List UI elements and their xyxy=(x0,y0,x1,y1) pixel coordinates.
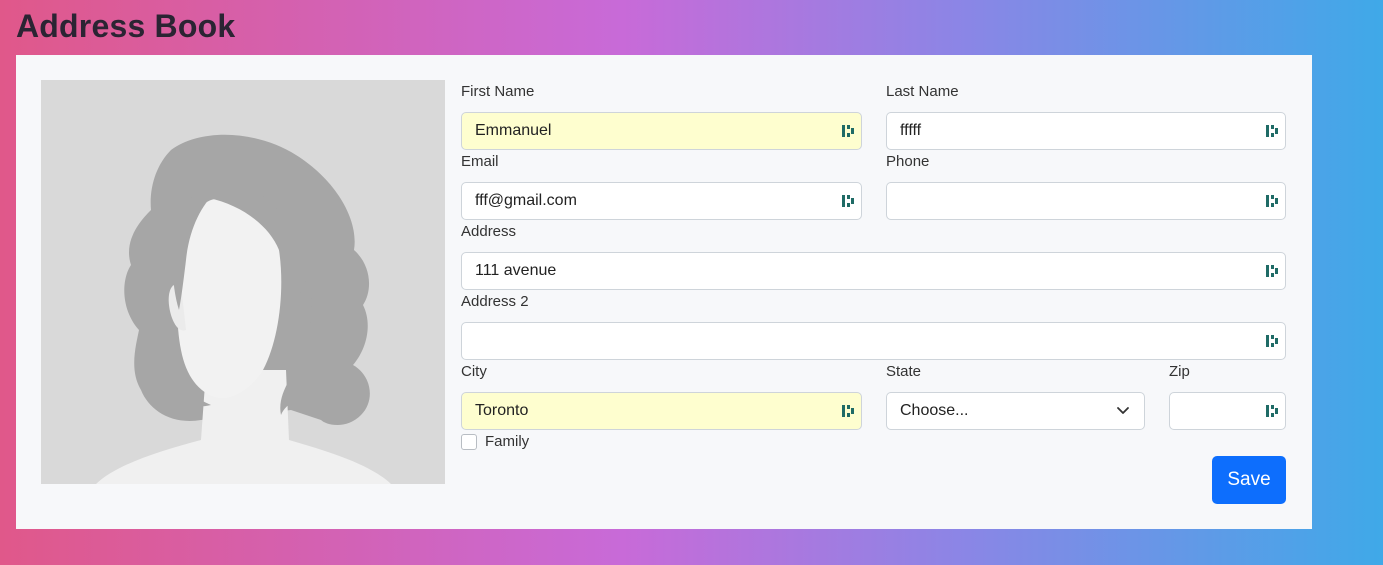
last-name-field[interactable] xyxy=(886,112,1286,150)
contact-form-card: First Name Last Name Email Phone xyxy=(16,55,1312,529)
state-select[interactable]: Choose... xyxy=(886,392,1145,430)
save-button[interactable]: Save xyxy=(1212,456,1286,504)
first-name-label: First Name xyxy=(461,83,535,100)
chevron-down-icon xyxy=(1117,407,1129,414)
email-input[interactable] xyxy=(462,183,841,219)
password-manager-icon[interactable] xyxy=(841,193,855,209)
family-checkbox[interactable] xyxy=(461,433,477,450)
zip-label: Zip xyxy=(1169,363,1190,380)
state-selected-value: Choose... xyxy=(900,402,969,419)
family-checkbox-label[interactable]: Family xyxy=(485,433,529,450)
address2-input[interactable] xyxy=(462,323,1265,359)
password-manager-icon[interactable] xyxy=(1265,333,1279,349)
email-field[interactable] xyxy=(461,182,862,220)
first-name-input[interactable] xyxy=(462,113,841,149)
password-manager-icon[interactable] xyxy=(1265,263,1279,279)
zip-field[interactable] xyxy=(1169,392,1286,430)
family-checkbox-row[interactable]: Family xyxy=(461,433,529,450)
password-manager-icon[interactable] xyxy=(1265,123,1279,139)
last-name-label: Last Name xyxy=(886,83,959,100)
zip-input[interactable] xyxy=(1170,393,1265,429)
city-label: City xyxy=(461,363,487,380)
password-manager-icon[interactable] xyxy=(1265,403,1279,419)
address2-label: Address 2 xyxy=(461,293,529,310)
phone-field[interactable] xyxy=(886,182,1286,220)
state-label: State xyxy=(886,363,922,380)
address-label: Address xyxy=(461,223,517,240)
city-field[interactable] xyxy=(461,392,862,430)
avatar xyxy=(41,80,445,484)
address-field[interactable] xyxy=(461,252,1286,290)
first-name-field[interactable] xyxy=(461,112,862,150)
person-silhouette-icon xyxy=(41,80,445,484)
phone-label: Phone xyxy=(886,153,930,170)
address-input[interactable] xyxy=(462,253,1265,289)
password-manager-icon[interactable] xyxy=(1265,193,1279,209)
email-label: Email xyxy=(461,153,499,170)
address2-field[interactable] xyxy=(461,322,1286,360)
password-manager-icon[interactable] xyxy=(841,403,855,419)
page-title: Address Book xyxy=(16,8,236,44)
city-input[interactable] xyxy=(462,393,841,429)
last-name-input[interactable] xyxy=(887,113,1265,149)
password-manager-icon[interactable] xyxy=(841,123,855,139)
phone-input[interactable] xyxy=(887,183,1265,219)
